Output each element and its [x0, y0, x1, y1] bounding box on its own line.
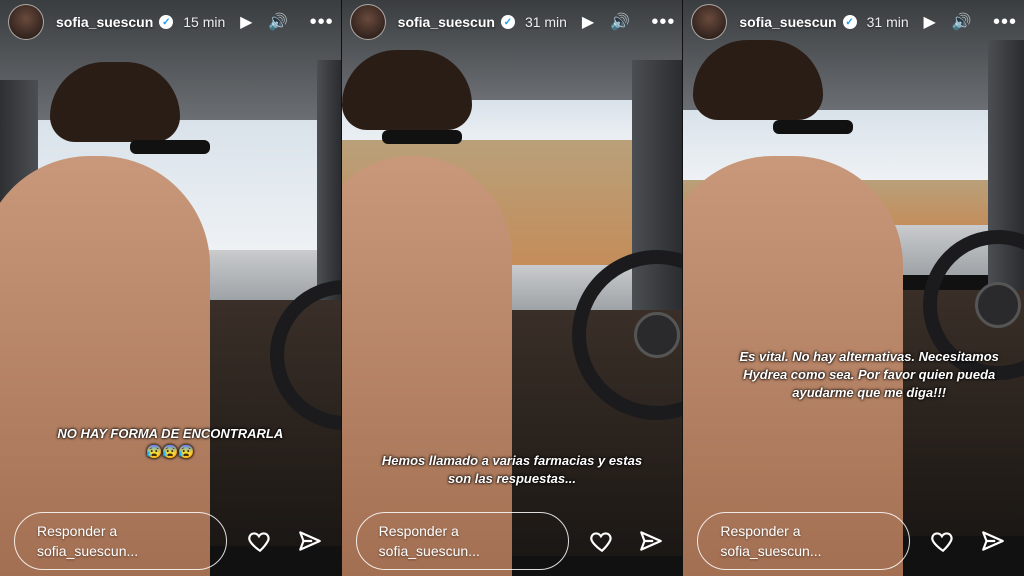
avatar[interactable] — [349, 4, 386, 40]
more-options-icon[interactable]: ••• — [993, 11, 1016, 33]
more-options-icon[interactable]: ••• — [651, 11, 674, 33]
reply-placeholder-line2: sofia_suescun... — [378, 543, 480, 559]
story-panel-3[interactable]: sofia_suescun ✓ 31 min ▶ 🔊 ••• Es vital.… — [683, 0, 1024, 576]
story-strip: sofia_suescun ✓ 15 min ▶ 🔊 ••• NO HAY FO… — [0, 0, 1024, 576]
volume-icon[interactable]: 🔊 — [951, 11, 973, 33]
post-time: 15 min — [183, 14, 226, 30]
heart-icon[interactable] — [926, 524, 960, 558]
more-options-icon[interactable]: ••• — [310, 11, 333, 33]
story-header: sofia_suescun ✓ 15 min ▶ 🔊 ••• — [0, 0, 341, 44]
reply-placeholder-line2: sofia_suescun... — [37, 543, 139, 559]
post-time: 31 min — [866, 14, 909, 30]
send-icon[interactable] — [293, 524, 327, 558]
play-icon[interactable]: ▶ — [235, 11, 257, 33]
volume-icon[interactable]: 🔊 — [267, 11, 289, 33]
story-panel-2[interactable]: sofia_suescun ✓ 31 min ▶ 🔊 ••• Hemos lla… — [341, 0, 683, 576]
caption-emojis: 😰😰😰 — [146, 444, 195, 459]
story-footer: Responder a sofia_suescun... — [683, 506, 1024, 576]
username[interactable]: sofia_suescun — [739, 14, 836, 30]
reply-placeholder-line1: Responder a — [37, 523, 118, 539]
verified-badge-icon: ✓ — [842, 15, 857, 29]
reply-input[interactable]: Responder a sofia_suescun... — [697, 512, 911, 570]
reply-placeholder-line1: Responder a — [378, 523, 459, 539]
send-icon[interactable] — [635, 524, 669, 558]
play-icon[interactable]: ▶ — [919, 11, 941, 33]
story-image — [341, 0, 683, 576]
story-panel-1[interactable]: sofia_suescun ✓ 15 min ▶ 🔊 ••• NO HAY FO… — [0, 0, 341, 576]
reply-placeholder-line1: Responder a — [720, 523, 801, 539]
story-footer: Responder a sofia_suescun... — [0, 506, 341, 576]
caption-text: NO HAY FORMA DE ENCONTRARLA — [57, 426, 284, 441]
caption-text: Es vital. No hay alternativas. Necesitam… — [739, 349, 999, 400]
avatar[interactable] — [691, 4, 728, 40]
story-caption: Es vital. No hay alternativas. Necesitam… — [728, 348, 1010, 402]
story-image — [0, 0, 341, 576]
story-footer: Responder a sofia_suescun... — [342, 506, 683, 576]
play-icon[interactable]: ▶ — [577, 11, 599, 33]
story-caption: Hemos llamado a varias farmacias y estas… — [372, 452, 653, 488]
heart-icon[interactable] — [243, 524, 277, 558]
story-image — [683, 0, 1024, 576]
reply-input[interactable]: Responder a sofia_suescun... — [355, 512, 569, 570]
username[interactable]: sofia_suescun — [56, 14, 153, 30]
story-header: sofia_suescun ✓ 31 min ▶ 🔊 ••• — [342, 0, 683, 44]
verified-badge-icon: ✓ — [500, 15, 515, 29]
send-icon[interactable] — [976, 524, 1010, 558]
volume-icon[interactable]: 🔊 — [609, 11, 631, 33]
story-caption: NO HAY FORMA DE ENCONTRARLA 😰😰😰 — [10, 425, 331, 461]
caption-text: Hemos llamado a varias farmacias y estas… — [381, 453, 643, 486]
avatar[interactable] — [8, 4, 44, 40]
post-time: 31 min — [524, 14, 567, 30]
reply-placeholder-line2: sofia_suescun... — [720, 543, 822, 559]
username[interactable]: sofia_suescun — [398, 14, 495, 30]
story-header: sofia_suescun ✓ 31 min ▶ 🔊 ••• — [683, 0, 1024, 44]
reply-input[interactable]: Responder a sofia_suescun... — [14, 512, 228, 570]
verified-badge-icon: ✓ — [159, 15, 174, 29]
heart-icon[interactable] — [585, 524, 619, 558]
